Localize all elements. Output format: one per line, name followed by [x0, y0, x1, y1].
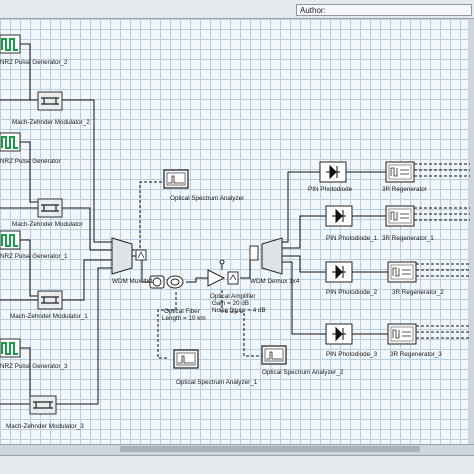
pin-photodiode[interactable] [319, 161, 347, 183]
wire-demux-pin [282, 171, 320, 243]
optical-spectrum-analyzer-1[interactable] [173, 349, 199, 369]
label-reg: 3R Regenerator [382, 186, 427, 193]
label-fiber-length: Length = 10 km [162, 315, 206, 322]
optical-spectrum-analyzer-2[interactable] [261, 345, 287, 365]
label-osa: Optical Spectrum Analyzer [170, 195, 244, 202]
label-mzm2: Mach-Zehnder Modulator_2 [12, 119, 90, 126]
label-pg1: NRZ Pulse Generator_1 [0, 253, 68, 260]
label-mzm3: Mach-Zehnder Modulator_3 [6, 423, 84, 430]
mach-zehnder-modulator-2[interactable] [37, 91, 63, 111]
label-pg2: NRZ Pulse Generator_2 [0, 59, 68, 66]
component-labels: NRZ Pulse Generator_2 Mach-Zehnder Modul… [0, 59, 444, 430]
wire-fiber-osa1 [157, 292, 177, 359]
label-mzm1: Mach-Zehnder Modulator_1 [10, 313, 88, 320]
wdm-mux[interactable] [111, 237, 147, 275]
wire-mux-osa [132, 181, 164, 251]
status-bar [0, 455, 474, 474]
label-reg3: 3R Regenerator_3 [390, 351, 442, 358]
label-pin: PIN Photodiode [308, 186, 353, 193]
label-pg: NRZ Pulse Generator [0, 158, 61, 165]
nrz-pulse-generator-2[interactable] [0, 34, 21, 54]
wdm-demux[interactable] [249, 237, 283, 275]
label-mzm: Mach-Zehnder Modulator [12, 221, 83, 228]
label-mux: WDM Mux 4x1 [112, 278, 154, 285]
label-pg3: NRZ Pulse Generator_3 [0, 363, 68, 370]
3r-regenerator-1[interactable] [385, 205, 415, 227]
label-demux: WDM Demux 1x4 [250, 278, 300, 285]
nrz-pulse-generator-1[interactable] [0, 230, 21, 250]
wire-demux-pin2 [282, 255, 326, 273]
label-amp-gain: Gain = 20 dB [212, 300, 249, 307]
nrz-pulse-generator-3[interactable] [0, 338, 21, 358]
label-reg2: 3R Regenerator_2 [392, 289, 444, 296]
app-window: Author: NRZ Pulse Generator_2 Mach-Zehnd… [0, 0, 474, 474]
label-pin2: PIN Photodiode_2 [326, 289, 378, 296]
wire-pg-mzm [20, 141, 38, 203]
3r-regenerator-3[interactable] [387, 323, 417, 345]
wire-pg1-mzm1 [20, 239, 38, 297]
scrollbar-thumb[interactable] [120, 446, 420, 452]
label-amp-nf: Noise figure = 4 dB [212, 307, 266, 314]
wire-mzm-mux [62, 207, 112, 251]
3r-regenerator[interactable] [385, 161, 415, 183]
label-fiber: Optical Fiber [164, 308, 200, 315]
mach-zehnder-modulator-1[interactable] [37, 290, 63, 310]
3r-regenerator-2[interactable] [387, 261, 417, 283]
label-osa2: Optical Spectrum Analyzer_2 [262, 369, 344, 376]
label-reg1: 3R Regenerator_1 [382, 235, 434, 242]
wire-pg2-mzm2 [20, 43, 38, 101]
pin-photodiode-3[interactable] [325, 323, 353, 345]
mach-zehnder-modulator[interactable] [37, 198, 63, 218]
optical-spectrum-analyzer[interactable] [163, 169, 189, 189]
label-pin1: PIN Photodiode_1 [326, 235, 378, 242]
pin-photodiode-2[interactable] [325, 261, 353, 283]
wire-fiber-amp [186, 277, 208, 283]
wire-demux-pin3 [282, 261, 326, 335]
schematic-layer: NRZ Pulse Generator_2 Mach-Zehnder Modul… [0, 34, 470, 430]
nrz-pulse-generator[interactable] [0, 132, 21, 152]
mach-zehnder-modulator-3[interactable] [29, 395, 57, 415]
optical-amplifier[interactable] [207, 259, 239, 287]
optical-fiber[interactable] [149, 275, 184, 289]
wire-demux-pin1 [282, 215, 326, 249]
label-amp: Optical Amplifier [210, 293, 256, 300]
wire-pg3-mzm3 [20, 347, 31, 404]
label-pin3: PIN Photodiode_3 [326, 351, 378, 358]
wire-mzm1-mux [62, 259, 112, 301]
label-osa1: Optical Spectrum Analyzer_1 [176, 379, 258, 386]
pin-photodiode-1[interactable] [325, 205, 353, 227]
